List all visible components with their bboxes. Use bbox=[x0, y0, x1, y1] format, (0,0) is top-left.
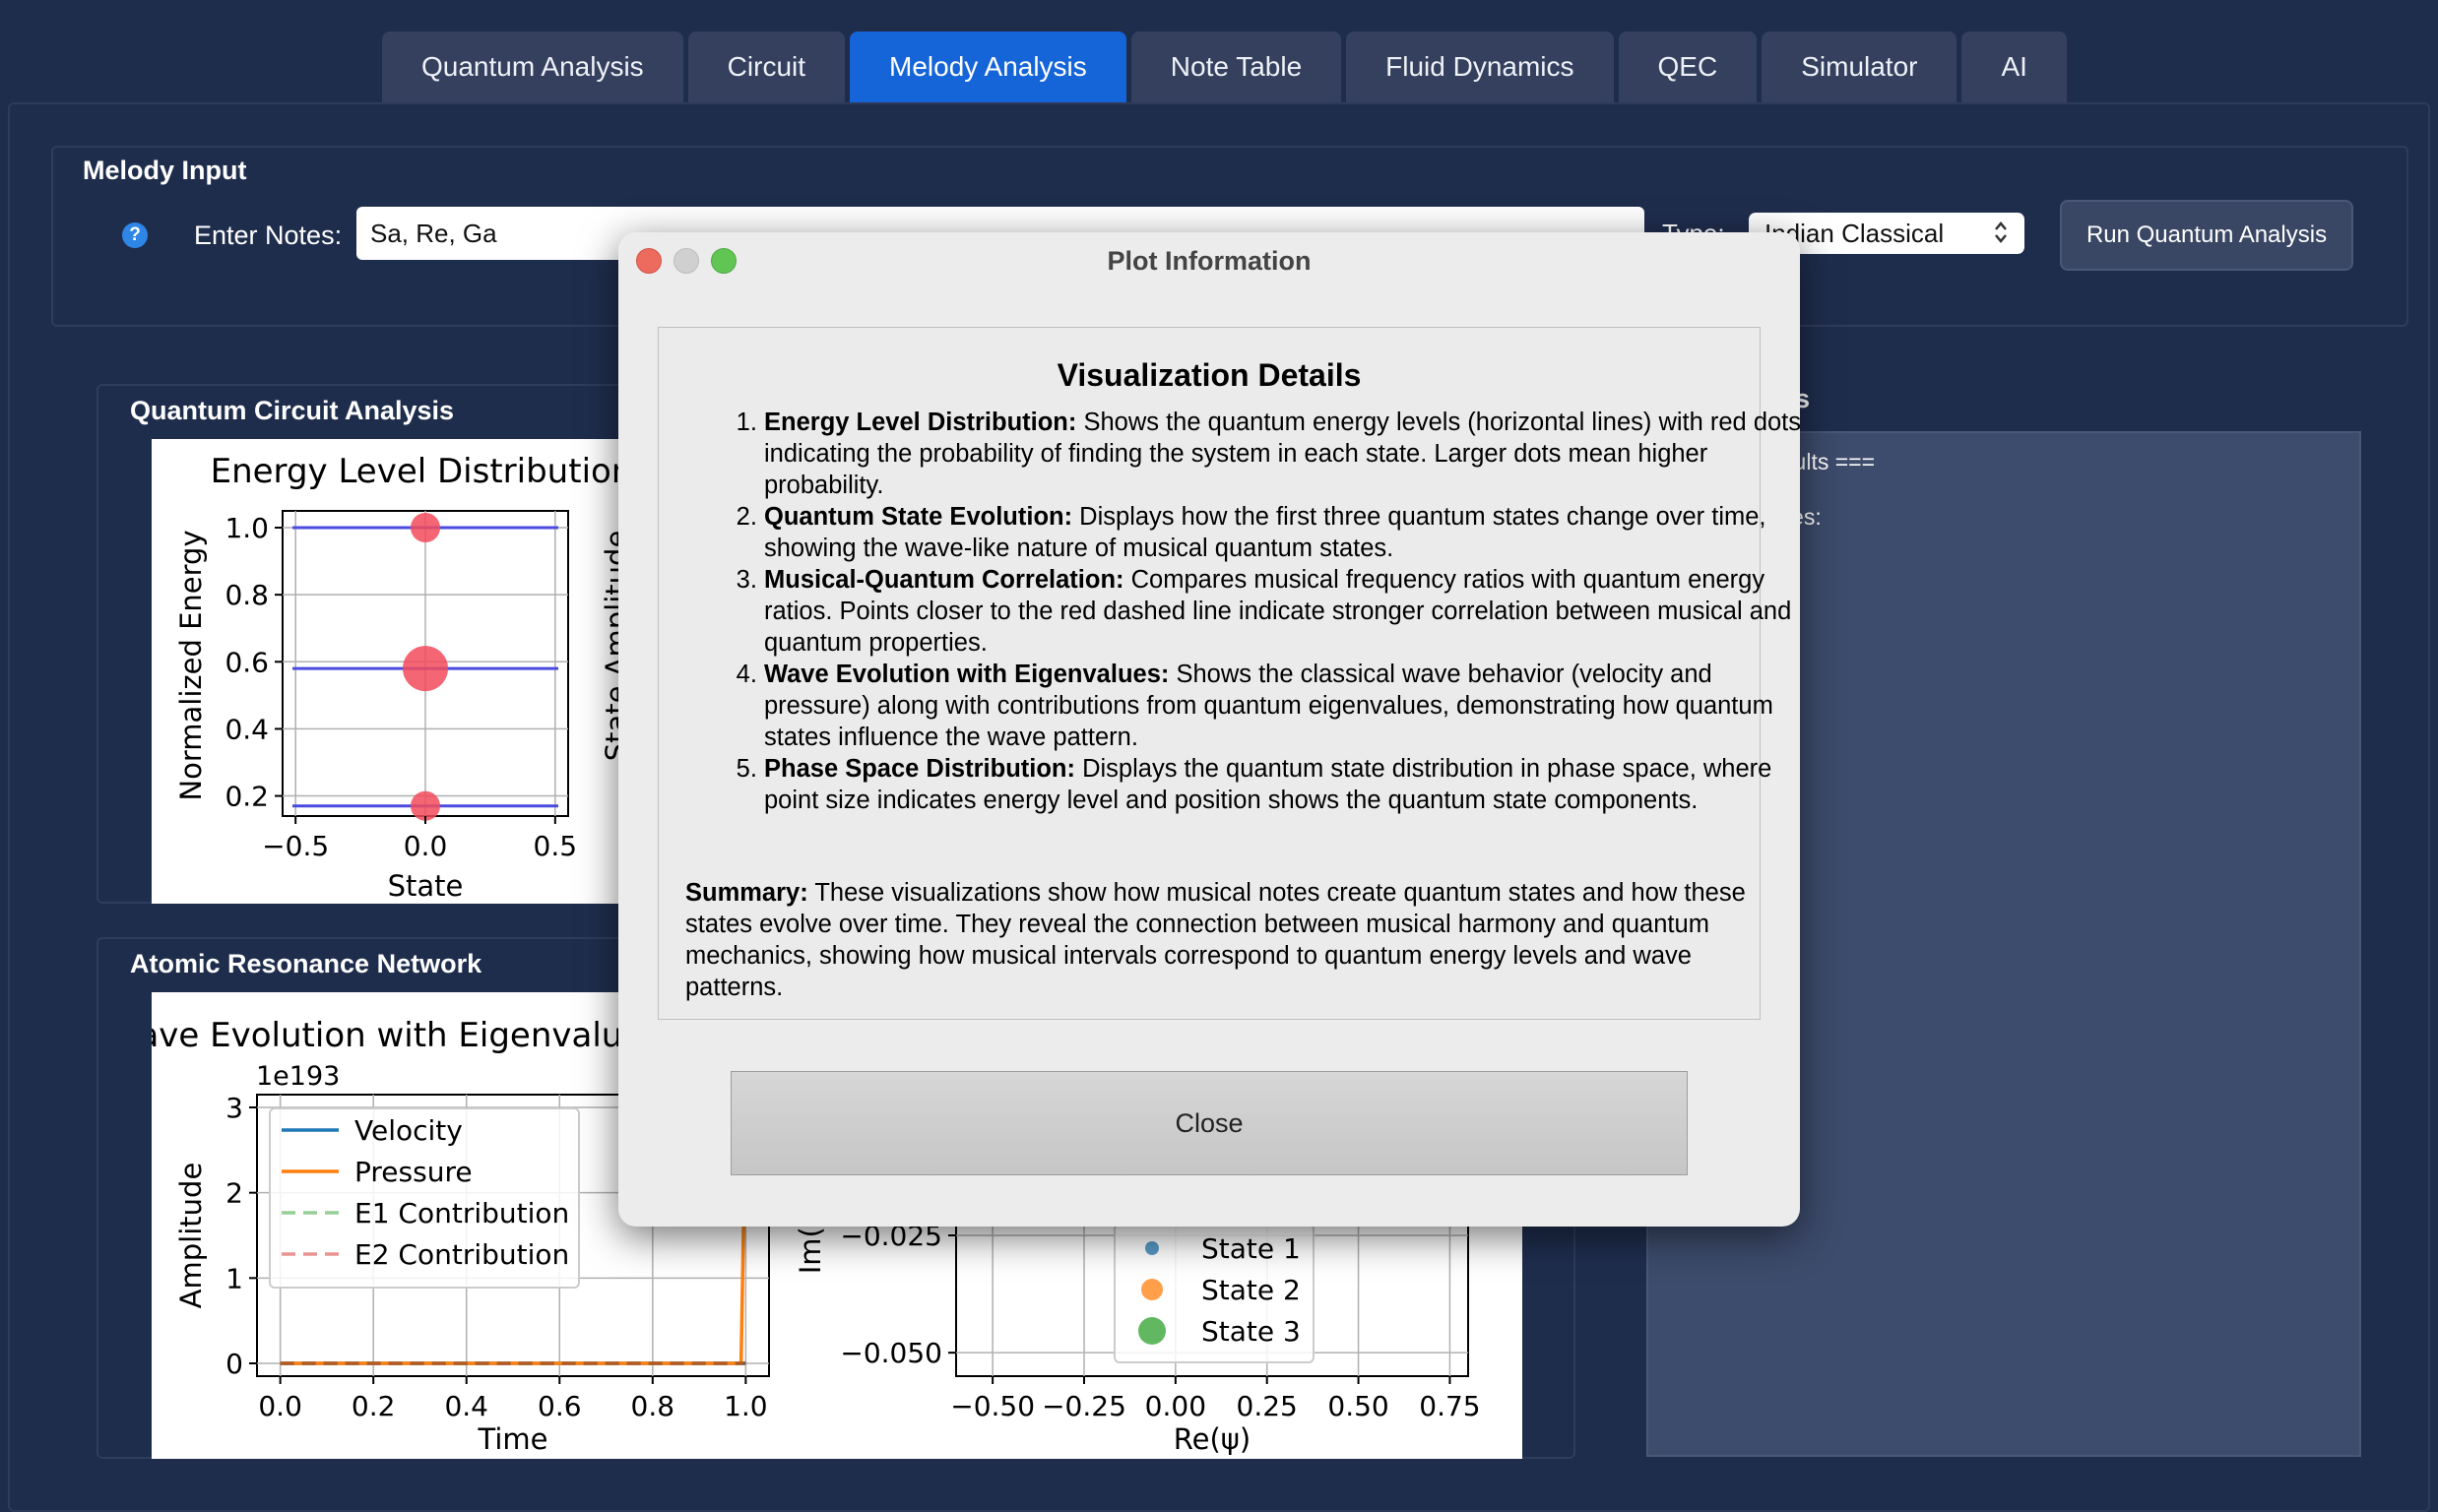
phase-xtick-label: 0.75 bbox=[1419, 1390, 1480, 1422]
phase-legend-marker bbox=[1141, 1279, 1163, 1300]
phase-xtick-label: 0.25 bbox=[1237, 1390, 1298, 1422]
energy-xtick-label: 0.5 bbox=[534, 830, 578, 862]
details-list: Energy Level Distribution: Shows the qua… bbox=[685, 407, 1800, 816]
phase-xtick-label: 0.50 bbox=[1327, 1390, 1388, 1422]
wave-ytick-label: 3 bbox=[225, 1092, 243, 1124]
tab-simulator[interactable]: Simulator bbox=[1762, 32, 1957, 102]
wave-ylabel: Amplitude bbox=[174, 1163, 208, 1309]
details-content: Visualization Details Energy Level Distr… bbox=[658, 327, 1800, 1020]
dialog-titlebar: Plot Information bbox=[618, 232, 1800, 287]
wave-legend-label: E2 Contribution bbox=[354, 1238, 569, 1271]
wave-xlabel: Time bbox=[478, 1422, 548, 1456]
energy-probability-dot bbox=[403, 646, 448, 692]
wave-xtick-label: 0.0 bbox=[258, 1390, 302, 1422]
tab-note-table[interactable]: Note Table bbox=[1130, 32, 1342, 102]
tab-bar: Quantum Analysis Circuit Melody Analysis… bbox=[382, 32, 2067, 102]
tab-ai[interactable]: AI bbox=[1961, 32, 2067, 102]
atomic-resonance-title: Atomic Resonance Network bbox=[130, 949, 482, 978]
wave-ytick-label: 2 bbox=[225, 1177, 243, 1210]
energy-ytick-label: 0.6 bbox=[225, 646, 269, 678]
chevron-updown-icon bbox=[1993, 220, 2009, 247]
tab-qec[interactable]: QEC bbox=[1618, 32, 1758, 102]
phase-xtick-label: −0.50 bbox=[950, 1390, 1035, 1422]
phase-xtick-label: 0.00 bbox=[1145, 1390, 1206, 1422]
phase-legend-label: State 1 bbox=[1201, 1232, 1301, 1265]
wave-legend-label: Pressure bbox=[354, 1156, 473, 1188]
energy-ytick-label: 0.8 bbox=[225, 579, 269, 611]
details-heading: Visualization Details bbox=[1057, 357, 1362, 393]
energy-xtick-label: 0.0 bbox=[404, 830, 448, 862]
wave-legend-label: E1 Contribution bbox=[354, 1197, 569, 1229]
wave-ytick-label: 0 bbox=[225, 1348, 243, 1380]
energy-xtick-label: −0.5 bbox=[262, 830, 329, 862]
phase-legend-marker bbox=[1145, 1241, 1159, 1255]
wave-chart-title: Wave Evolution with Eigenvalues bbox=[152, 1016, 661, 1055]
tab-fluid-dynamics[interactable]: Fluid Dynamics bbox=[1346, 32, 1614, 102]
close-button[interactable]: Close bbox=[731, 1071, 1688, 1175]
energy-ytick-label: 0.4 bbox=[225, 713, 269, 745]
plot-information-dialog: Plot Information Visualization Details E… bbox=[618, 232, 1800, 1227]
wave-xtick-label: 0.2 bbox=[352, 1390, 396, 1422]
phase-ytick-label: −0.050 bbox=[840, 1337, 942, 1369]
wave-xtick-label: 0.8 bbox=[631, 1390, 675, 1422]
energy-xlabel: State bbox=[388, 869, 464, 903]
wave-legend-label: Velocity bbox=[354, 1114, 463, 1147]
wave-xtick-label: 1.0 bbox=[724, 1390, 768, 1422]
energy-ytick-label: 1.0 bbox=[225, 512, 269, 544]
energy-probability-dot bbox=[411, 513, 440, 543]
phase-xlabel: Re(ψ) bbox=[1174, 1422, 1251, 1456]
details-item: Energy Level Distribution: Shows the qua… bbox=[764, 407, 1800, 501]
phase-legend-label: State 2 bbox=[1201, 1274, 1301, 1306]
tab-circuit[interactable]: Circuit bbox=[687, 32, 846, 102]
quantum-circuit-title: Quantum Circuit Analysis bbox=[130, 396, 455, 425]
run-quantum-analysis-button[interactable]: Run Quantum Analysis bbox=[2060, 200, 2353, 271]
details-item: Phase Space Distribution: Displays the q… bbox=[764, 753, 1800, 816]
details-item: Musical-Quantum Correlation: Compares mu… bbox=[764, 564, 1800, 659]
summary-text: Summary: These visualizations show how m… bbox=[685, 879, 1746, 1001]
tab-quantum-analysis[interactable]: Quantum Analysis bbox=[382, 32, 683, 102]
wave-ytick-label: 1 bbox=[225, 1262, 243, 1294]
energy-ylabel: Normalized Energy bbox=[174, 530, 208, 800]
phase-xtick-label: −0.25 bbox=[1042, 1390, 1126, 1422]
energy-ytick-label: 0.2 bbox=[225, 781, 269, 813]
wave-offset-label: 1e193 bbox=[256, 1061, 340, 1092]
help-icon[interactable]: ? bbox=[122, 222, 148, 248]
energy-chart-title: Energy Level Distribution bbox=[211, 452, 633, 491]
notes-label: Enter Notes: bbox=[194, 220, 343, 250]
melody-input-title: Melody Input bbox=[83, 156, 247, 185]
phase-legend-label: State 3 bbox=[1201, 1315, 1301, 1348]
dialog-title: Plot Information bbox=[1107, 246, 1312, 276]
wave-xtick-label: 0.6 bbox=[538, 1390, 582, 1422]
wave-xtick-label: 0.4 bbox=[444, 1390, 488, 1422]
details-item: Wave Evolution with Eigenvalues: Shows t… bbox=[764, 659, 1800, 753]
details-item: Quantum State Evolution: Displays how th… bbox=[764, 501, 1800, 564]
tab-melody-analysis[interactable]: Melody Analysis bbox=[850, 32, 1126, 102]
phase-legend-marker bbox=[1138, 1317, 1166, 1345]
